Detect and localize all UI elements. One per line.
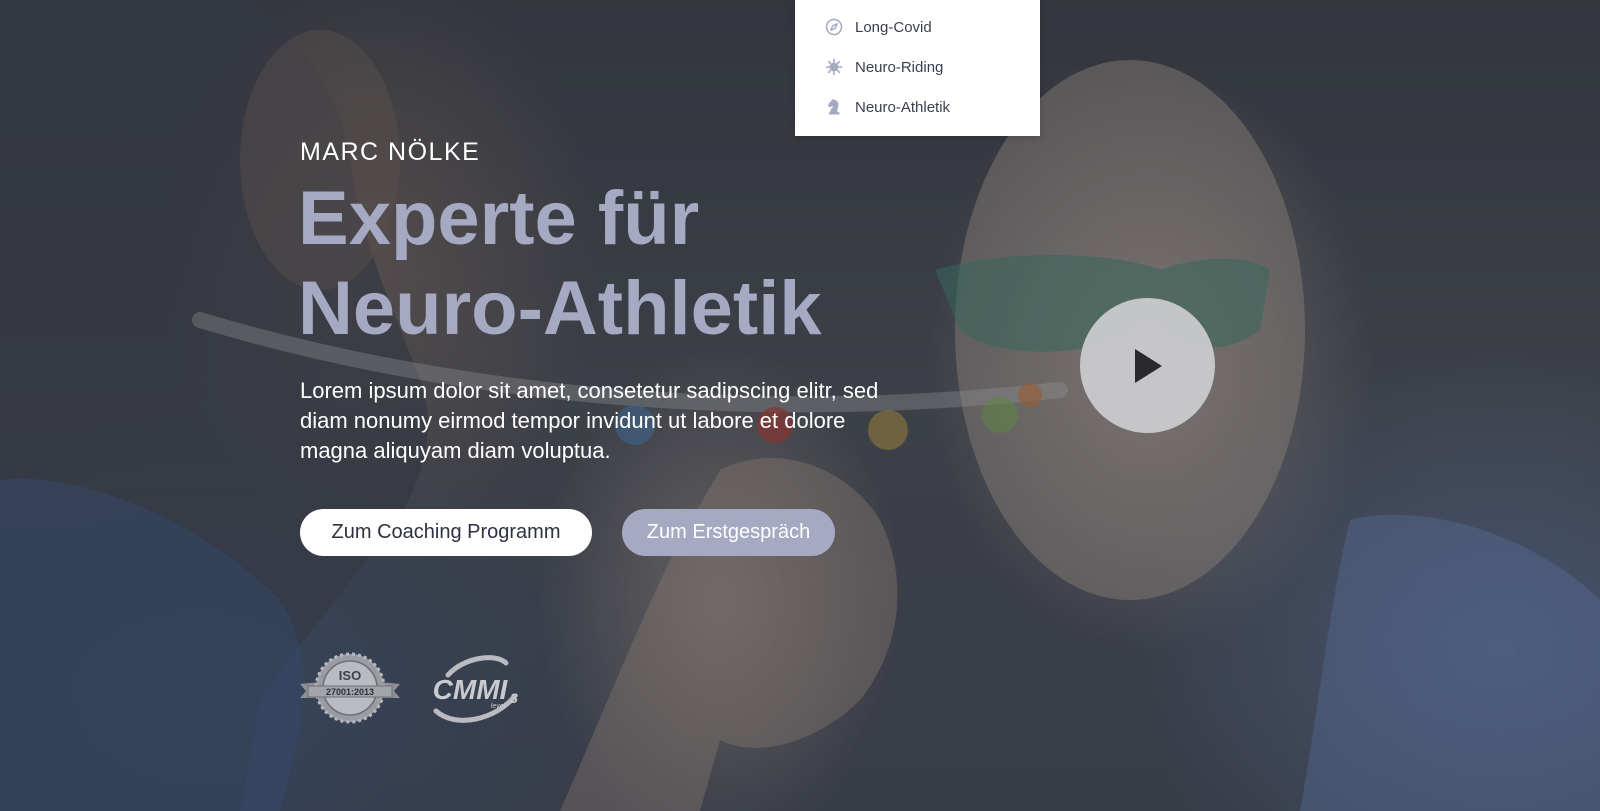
- first-consultation-button[interactable]: Zum Erstgespräch: [622, 509, 835, 556]
- hero-headline-line-2: Neuro-Athletik: [298, 266, 822, 351]
- compass-icon: [825, 18, 843, 36]
- dropdown-menu: Long-Covid Neuro-Riding Neuro-Athletik: [795, 0, 1040, 136]
- menu-item-label: Long-Covid: [855, 18, 932, 36]
- hero-eyebrow: MARC NÖLKE: [300, 138, 481, 166]
- svg-text:level: level: [491, 703, 506, 710]
- menu-item-neuro-riding[interactable]: Neuro-Riding: [795, 47, 1040, 87]
- svg-text:27001:2013: 27001:2013: [326, 687, 374, 697]
- hero-headline: Experte für Neuro-Athletik: [298, 174, 998, 354]
- video-play-button[interactable]: [1080, 298, 1215, 433]
- hero-lead-text: Lorem ipsum dolor sit amet, consetetur s…: [300, 378, 879, 463]
- cmmi-level-badge: CMMI level 3: [433, 655, 518, 723]
- menu-item-label: Neuro-Athletik: [855, 98, 951, 116]
- svg-text:ISO: ISO: [339, 668, 361, 683]
- menu-item-long-covid[interactable]: Long-Covid: [795, 7, 1040, 47]
- menu-item-neuro-athletik[interactable]: Neuro-Athletik: [795, 87, 1040, 127]
- hero-headline-line-1: Experte für: [298, 176, 700, 261]
- menu-item-label: Neuro-Riding: [855, 58, 944, 76]
- svg-text:3: 3: [510, 690, 518, 706]
- play-icon: [1134, 348, 1162, 383]
- iso-certificate-badge: ISO 27001:2013: [300, 652, 400, 724]
- virus-icon: [825, 58, 843, 76]
- horse-chess-icon: [825, 98, 843, 116]
- svg-text:CMMI: CMMI: [433, 674, 509, 705]
- coaching-program-button[interactable]: Zum Coaching Programm: [300, 509, 592, 556]
